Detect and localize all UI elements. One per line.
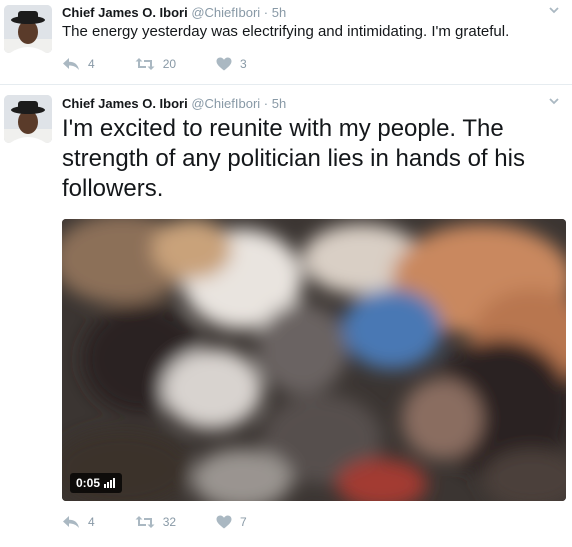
tweet-actions: 4 20 3	[62, 54, 287, 74]
separator: ·	[263, 5, 269, 20]
video-thumbnail	[62, 219, 566, 501]
retweet-button[interactable]: 20	[135, 57, 176, 71]
like-count: 3	[240, 57, 247, 71]
tweet-actions: 4 32 7	[62, 512, 287, 532]
reply-icon	[62, 57, 80, 71]
video-player[interactable]: 0:05	[62, 219, 566, 501]
reply-count: 4	[88, 515, 95, 529]
reply-count: 4	[88, 57, 95, 71]
reply-icon	[62, 515, 80, 529]
retweet-icon	[135, 57, 155, 71]
video-duration: 0:05	[76, 476, 101, 490]
tweet-header: Chief James O. Ibori @ChiefIbori · 5h	[62, 96, 286, 111]
like-count: 7	[240, 515, 247, 529]
author-handle[interactable]: @ChiefIbori	[191, 96, 260, 111]
retweet-button[interactable]: 32	[135, 515, 176, 529]
reply-button[interactable]: 4	[62, 515, 95, 529]
heart-icon	[216, 57, 232, 71]
like-button[interactable]: 3	[216, 57, 247, 71]
avatar[interactable]	[4, 95, 52, 143]
avatar[interactable]	[4, 5, 52, 53]
separator: ·	[263, 96, 269, 111]
chevron-down-icon[interactable]	[548, 4, 562, 18]
volume-bars-icon	[104, 478, 116, 488]
author-name[interactable]: Chief James O. Ibori	[62, 96, 188, 111]
retweet-count: 32	[162, 515, 177, 529]
video-duration-badge: 0:05	[70, 473, 123, 493]
tweet-text: The energy yesterday was electrifying an…	[62, 23, 510, 40]
author-handle[interactable]: @ChiefIbori	[191, 5, 260, 20]
author-name[interactable]: Chief James O. Ibori	[62, 5, 188, 20]
retweet-count: 20	[162, 57, 177, 71]
chevron-down-icon[interactable]	[548, 95, 562, 109]
reply-button[interactable]: 4	[62, 57, 95, 71]
tweet-timestamp[interactable]: 5h	[272, 96, 286, 111]
retweet-icon	[135, 515, 155, 529]
like-button[interactable]: 7	[216, 515, 247, 529]
tweet[interactable]: Chief James O. Ibori @ChiefIbori · 5h I'…	[0, 85, 572, 547]
tweet-timestamp[interactable]: 5h	[272, 5, 286, 20]
tweet[interactable]: Chief James O. Ibori @ChiefIbori · 5h Th…	[0, 0, 572, 84]
heart-icon	[216, 515, 232, 529]
tweet-text: I'm excited to reunite with my people. T…	[62, 115, 525, 202]
tweet-header: Chief James O. Ibori @ChiefIbori · 5h	[62, 5, 286, 20]
